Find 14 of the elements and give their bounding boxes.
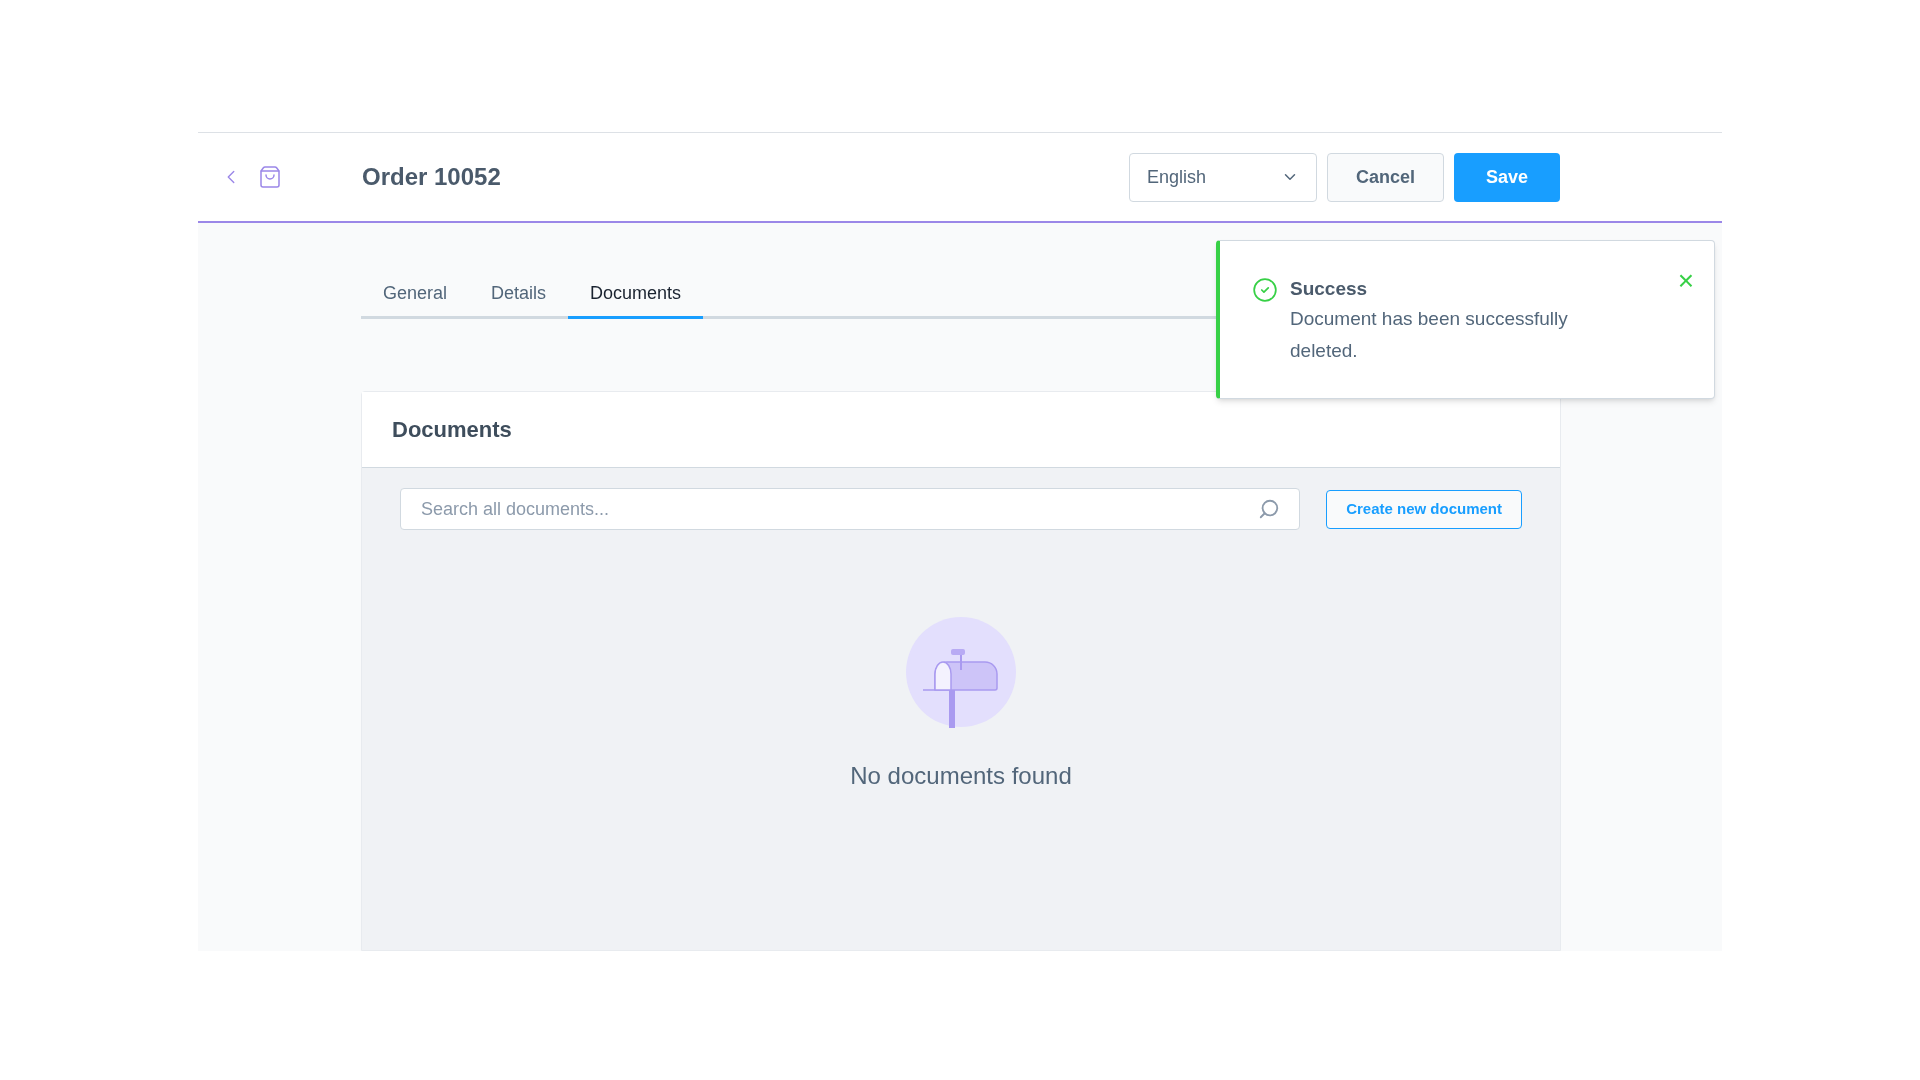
- bag-icon: [258, 165, 282, 189]
- tab[interactable]: General: [361, 271, 470, 319]
- language-select[interactable]: English: [1128, 152, 1317, 202]
- tab[interactable]: Documents: [568, 271, 704, 319]
- search-field[interactable]: Search all documents...: [400, 488, 1301, 530]
- tab[interactable]: Details: [469, 271, 569, 319]
- toast-title: Success: [1290, 277, 1369, 301]
- card-title: Documents: [392, 416, 512, 444]
- success-check-icon: [1252, 277, 1278, 303]
- search-icon: [1258, 498, 1281, 520]
- page-title: Order 10052: [362, 162, 501, 192]
- toast-message: Document has been successfully deleted.: [1290, 307, 1569, 363]
- empty-message: No documents found: [850, 761, 1072, 791]
- cancel-button[interactable]: Cancel: [1326, 152, 1444, 202]
